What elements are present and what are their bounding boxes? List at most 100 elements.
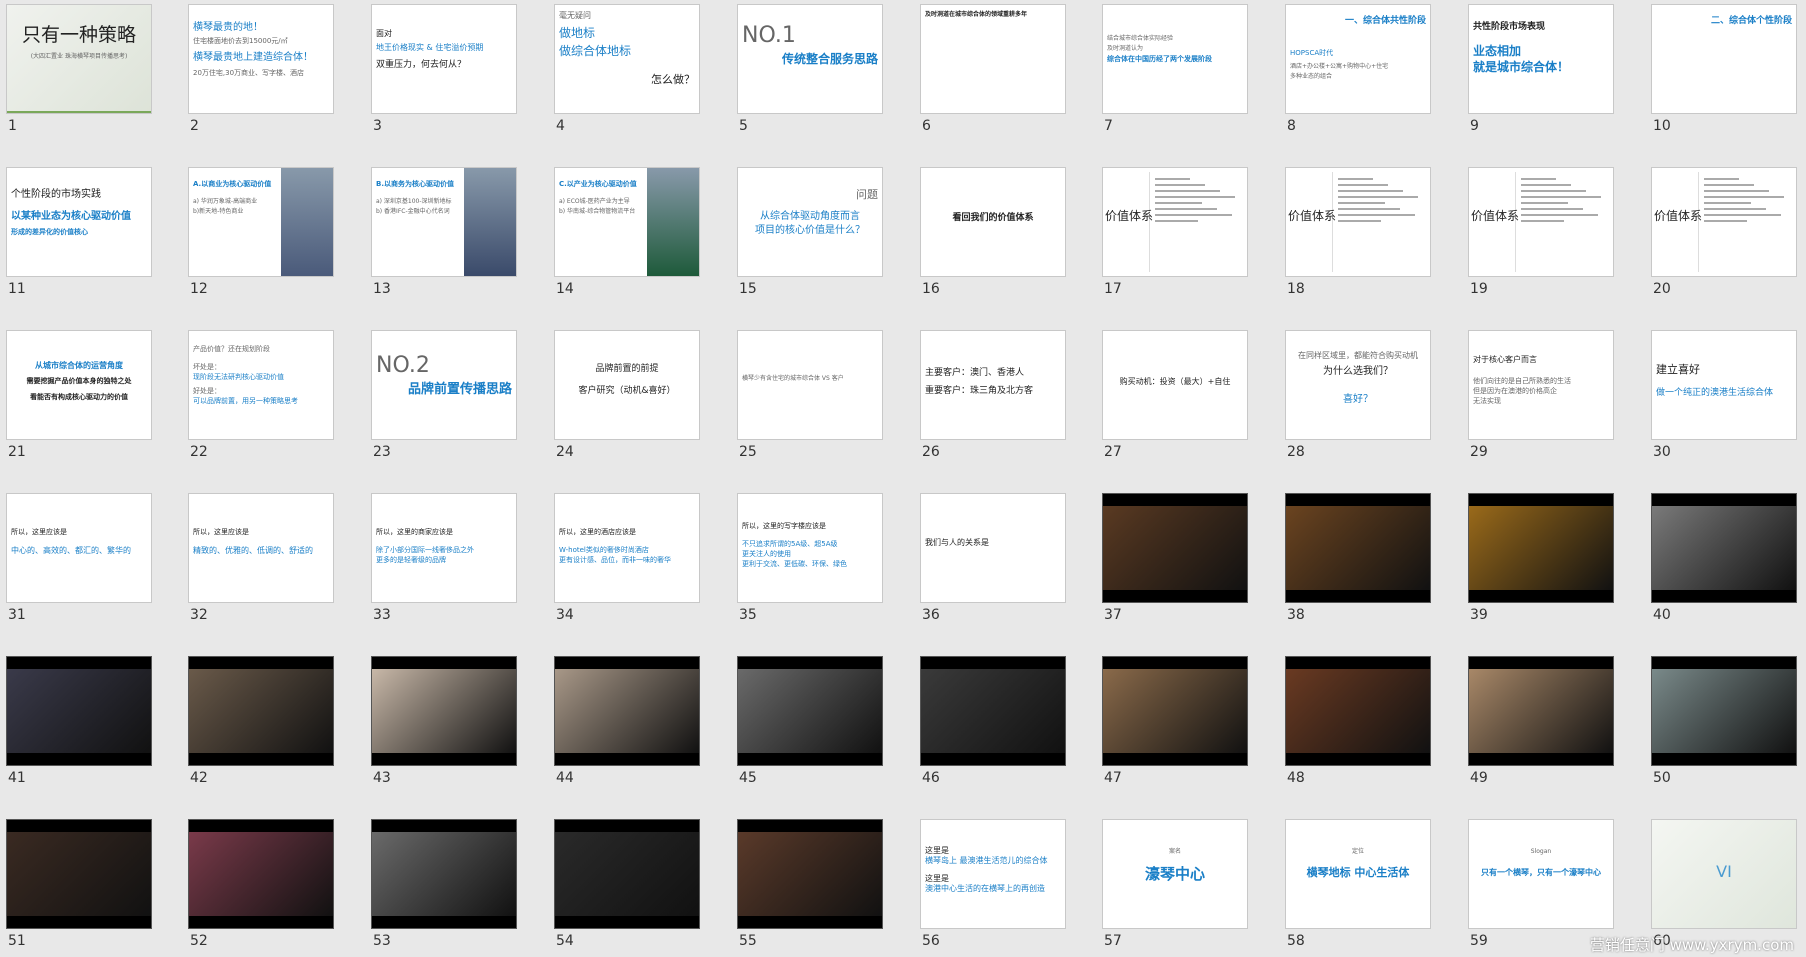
slide-thumbnail-38[interactable]: 38 [1285, 493, 1433, 625]
slide-preview[interactable]: NO.1 传统整合服务思路 [737, 4, 883, 114]
slide-preview[interactable]: 横琴最贵的地！ 住宅楼面地价去到15000元/㎡ 横琴最贵地上建造综合体！ 20万住宅… [188, 4, 334, 114]
slide-preview[interactable]: C.以产业为核心驱动价值 a) ECO城-医药产业为主导 b) 华南城-综合物管物流… [554, 167, 700, 277]
slide-preview[interactable]: 只有一种策略 (大四汇置业 珠海横琴项目传播思考) [6, 4, 152, 114]
slide-thumbnail-24[interactable]: 品牌前置的前提 客户研究（动机&喜好） 24 [554, 330, 702, 462]
slide-thumbnail-44[interactable]: 44 [554, 656, 702, 788]
slide-thumbnail-17[interactable]: 价值体系 17 [1102, 167, 1250, 299]
slide-thumbnail-31[interactable]: 所以，这里应该是 中心的、高效的、都汇的、繁华的 31 [6, 493, 154, 625]
slide-preview[interactable]: 一、综合体共性阶段 HOPSCA时代 酒店+办公楼+公寓+购物中心+住宅 多种业态的组… [1285, 4, 1431, 114]
slide-thumbnail-36[interactable]: 我们与人的关系是 36 [920, 493, 1068, 625]
slide-preview[interactable]: 问题 从综合体驱动角度而言 项目的核心价值是什么？ [737, 167, 883, 277]
slide-preview[interactable]: 价值体系 [1468, 167, 1614, 277]
slide-preview[interactable]: 及时洞道在城市综合体的领域重耕多年 [920, 4, 1066, 114]
slide-preview[interactable]: 看回我们的价值体系 [920, 167, 1066, 277]
slide-thumbnail-58[interactable]: 定位 横琴地标 中心生活体 58 [1285, 819, 1433, 951]
slide-preview[interactable]: 产品价值？还在规划阶段 坏处是： 现阶段无法研判核心驱动价值 好处是： 可以品牌前置，用… [188, 330, 334, 440]
slide-preview[interactable]: 价值体系 [1285, 167, 1431, 277]
slide-thumbnail-54[interactable]: 54 [554, 819, 702, 951]
slide-preview[interactable] [1651, 493, 1797, 603]
slide-thumbnail-27[interactable]: 购买动机：投资（最大）+自住 27 [1102, 330, 1250, 462]
slide-preview[interactable]: 这里是 横琴岛上 最澳港生活范儿的综合体 这里是 澳港中心生活的在横琴上的再创造 [920, 819, 1066, 929]
slide-preview[interactable]: 结合城市综合体实际经验 及时洞道认为 综合体在中国历经了两个发展阶段 [1102, 4, 1248, 114]
slide-thumbnail-20[interactable]: 价值体系 20 [1651, 167, 1799, 299]
slide-preview[interactable]: 二、综合体个性阶段 [1651, 4, 1797, 114]
slide-preview[interactable] [1102, 656, 1248, 766]
slide-preview[interactable] [188, 656, 334, 766]
slide-preview[interactable] [554, 819, 700, 929]
slide-thumbnail-16[interactable]: 看回我们的价值体系 16 [920, 167, 1068, 299]
slide-preview[interactable]: 价值体系 [1651, 167, 1797, 277]
slide-thumbnail-29[interactable]: 对于核心客户而言 他们向往的是自己所熟悉的生活 但是因为在澳港的价格高企 无法实现 29 [1468, 330, 1616, 462]
slide-thumbnail-22[interactable]: 产品价值？还在规划阶段 坏处是： 现阶段无法研判核心驱动价值 好处是： 可以品牌前置，用… [188, 330, 336, 462]
slide-thumbnail-10[interactable]: 二、综合体个性阶段 10 [1651, 4, 1799, 136]
slide-preview[interactable] [920, 656, 1066, 766]
slide-thumbnail-35[interactable]: 所以，这里的写字楼应该是 不只追求所谓的5A级、超5A级 更关注人的使用 更利于交流、… [737, 493, 885, 625]
slide-thumbnail-46[interactable]: 46 [920, 656, 1068, 788]
slide-thumbnail-18[interactable]: 价值体系 18 [1285, 167, 1433, 299]
slide-preview[interactable] [371, 819, 517, 929]
slide-preview[interactable]: 定位 横琴地标 中心生活体 [1285, 819, 1431, 929]
slide-thumbnail-49[interactable]: 49 [1468, 656, 1616, 788]
slide-preview[interactable]: NO.2 品牌前置传播思路 [371, 330, 517, 440]
slide-thumbnail-13[interactable]: B.以商务为核心驱动价值 a) 深圳京基100-深圳新地标 b) 香港IFC-金融中… [371, 167, 519, 299]
slide-thumbnail-14[interactable]: C.以产业为核心驱动价值 a) ECO城-医药产业为主导 b) 华南城-综合物管物流… [554, 167, 702, 299]
slide-thumbnail-30[interactable]: 建立喜好 做一个纯正的澳港生活综合体 30 [1651, 330, 1799, 462]
slide-preview[interactable] [737, 656, 883, 766]
slide-preview[interactable] [6, 656, 152, 766]
slide-preview[interactable]: 所以，这里应该是 中心的、高效的、都汇的、繁华的 [6, 493, 152, 603]
slide-preview[interactable] [1468, 656, 1614, 766]
slide-thumbnail-41[interactable]: 41 [6, 656, 154, 788]
slide-preview[interactable] [737, 819, 883, 929]
slide-preview[interactable]: 共性阶段市场表现 业态相加 就是城市综合体！ [1468, 4, 1614, 114]
slide-preview[interactable]: 品牌前置的前提 客户研究（动机&喜好） [554, 330, 700, 440]
slide-preview[interactable] [1468, 493, 1614, 603]
slide-thumbnail-55[interactable]: 55 [737, 819, 885, 951]
slide-preview[interactable]: 对于核心客户而言 他们向往的是自己所熟悉的生活 但是因为在澳港的价格高企 无法实现 [1468, 330, 1614, 440]
slide-preview[interactable] [1285, 656, 1431, 766]
slide-thumbnail-40[interactable]: 40 [1651, 493, 1799, 625]
slide-preview[interactable]: 所以，这里应该是 精致的、优雅的、低调的、舒适的 [188, 493, 334, 603]
slide-preview[interactable]: 从城市综合体的运营角度 需要挖掘产品价值本身的独特之处 看能否有构成核心驱动力的价值 [6, 330, 152, 440]
slide-preview[interactable] [371, 656, 517, 766]
slide-thumbnail-5[interactable]: NO.1 传统整合服务思路 5 [737, 4, 885, 136]
slide-thumbnail-47[interactable]: 47 [1102, 656, 1250, 788]
slide-preview[interactable]: 主要客户：澳门、香港人 重要客户：珠三角及北方客 [920, 330, 1066, 440]
slide-preview[interactable]: 案名 濠琴中心 [1102, 819, 1248, 929]
slide-preview[interactable] [1102, 493, 1248, 603]
slide-thumbnail-12[interactable]: A.以商业为核心驱动价值 a) 华润万象城-高端商业 b)新天地-特色商业 12 [188, 167, 336, 299]
slide-thumbnail-9[interactable]: 共性阶段市场表现 业态相加 就是城市综合体！ 9 [1468, 4, 1616, 136]
slide-thumbnail-52[interactable]: 52 [188, 819, 336, 951]
slide-preview[interactable]: 在同样区域里，都能符合购买动机 为什么选我们？ 喜好？ [1285, 330, 1431, 440]
slide-thumbnail-53[interactable]: 53 [371, 819, 519, 951]
slide-thumbnail-50[interactable]: 50 [1651, 656, 1799, 788]
slide-preview[interactable] [554, 656, 700, 766]
slide-thumbnail-7[interactable]: 结合城市综合体实际经验 及时洞道认为 综合体在中国历经了两个发展阶段 7 [1102, 4, 1250, 136]
slide-preview[interactable]: 面对 地王价格现实 & 住宅溢价预期 双重压力，何去何从？ [371, 4, 517, 114]
slide-preview[interactable] [1651, 656, 1797, 766]
slide-thumbnail-39[interactable]: 39 [1468, 493, 1616, 625]
slide-preview[interactable] [188, 819, 334, 929]
slide-thumbnail-33[interactable]: 所以，这里的商家应该是 除了小部分国际一线奢侈品之外 更多的是轻奢级的品牌 33 [371, 493, 519, 625]
slide-preview[interactable]: 毫无疑问 做地标 做综合体地标 怎么做？ [554, 4, 700, 114]
slide-thumbnail-57[interactable]: 案名 濠琴中心 57 [1102, 819, 1250, 951]
slide-thumbnail-59[interactable]: Slogan 只有一个横琴，只有一个濠琴中心 59 [1468, 819, 1616, 951]
slide-thumbnail-6[interactable]: 及时洞道在城市综合体的领域重耕多年 6 [920, 4, 1068, 136]
slide-preview[interactable] [6, 819, 152, 929]
slide-preview[interactable]: 购买动机：投资（最大）+自住 [1102, 330, 1248, 440]
slide-preview[interactable]: Slogan 只有一个横琴，只有一个濠琴中心 [1468, 819, 1614, 929]
slide-thumbnail-51[interactable]: 51 [6, 819, 154, 951]
slide-thumbnail-2[interactable]: 横琴最贵的地！ 住宅楼面地价去到15000元/㎡ 横琴最贵地上建造综合体！ 20万住宅… [188, 4, 336, 136]
slide-thumbnail-15[interactable]: 问题 从综合体驱动角度而言 项目的核心价值是什么？ 15 [737, 167, 885, 299]
slide-preview[interactable]: B.以商务为核心驱动价值 a) 深圳京基100-深圳新地标 b) 香港IFC-金融中… [371, 167, 517, 277]
slide-preview[interactable]: 我们与人的关系是 [920, 493, 1066, 603]
slide-preview[interactable]: 横琴少有含住宅的城市综合体 VS 客户 [737, 330, 883, 440]
slide-preview[interactable]: 所以，这里的写字楼应该是 不只追求所谓的5A级、超5A级 更关注人的使用 更利于交流、… [737, 493, 883, 603]
slide-thumbnail-37[interactable]: 37 [1102, 493, 1250, 625]
slide-thumbnail-21[interactable]: 从城市综合体的运营角度 需要挖掘产品价值本身的独特之处 看能否有构成核心驱动力的价值… [6, 330, 154, 462]
slide-preview[interactable]: VI [1651, 819, 1797, 929]
slide-preview[interactable]: 个性阶段的市场实践 以某种业态为核心驱动价值 形成的差异化的价值核心 [6, 167, 152, 277]
slide-thumbnail-23[interactable]: NO.2 品牌前置传播思路 23 [371, 330, 519, 462]
slide-thumbnail-34[interactable]: 所以，这里的酒店应该是 W-hotel类似的奢侈时尚酒店 更有设计感、品位，而非一味… [554, 493, 702, 625]
slide-thumbnail-32[interactable]: 所以，这里应该是 精致的、优雅的、低调的、舒适的 32 [188, 493, 336, 625]
slide-thumbnail-1[interactable]: 只有一种策略 (大四汇置业 珠海横琴项目传播思考) 1 [6, 4, 154, 136]
